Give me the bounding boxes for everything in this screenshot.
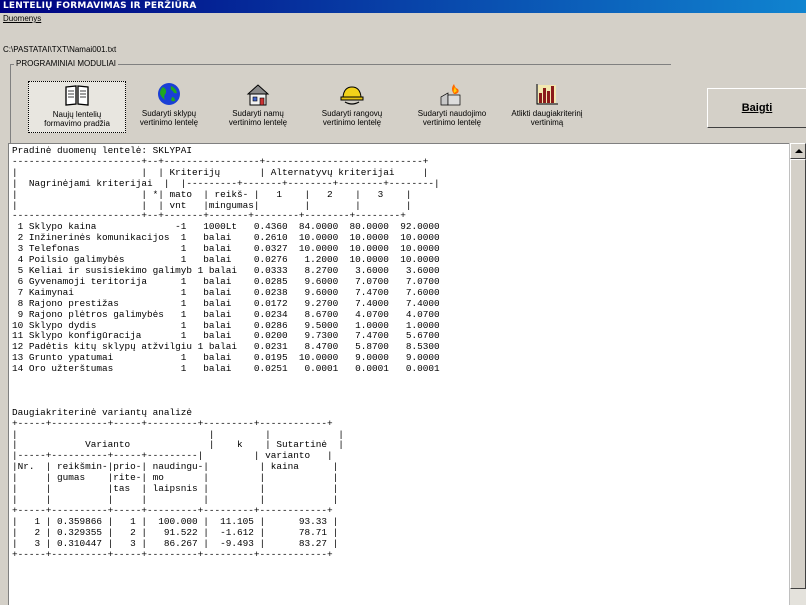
- plots-table-button[interactable]: Sudaryti sklypų vertinimo lentelę: [128, 81, 210, 131]
- multicriteria-button[interactable]: Atlikti daugiakriterinį vertinimą: [500, 81, 594, 131]
- contractors-table-button[interactable]: Sudaryti rangovų vertinimo lentelę: [312, 81, 392, 131]
- file-path: C:\PASTATAI\TXT\Namai001.txt: [3, 45, 117, 54]
- menu-duomenys[interactable]: Duomenys: [3, 14, 41, 23]
- hardhat-icon: [340, 86, 364, 105]
- multicriteria-label-1: Atlikti daugiakriterinį: [511, 109, 583, 118]
- menu-bar: Duomenys: [0, 13, 806, 27]
- usage-table-button[interactable]: Sudaryti naudojimo vertinimo lentelę: [410, 81, 494, 131]
- house-icon: [246, 84, 270, 106]
- usage-table-label-2: vertinimo lentelę: [422, 118, 482, 127]
- contractors-table-label-1: Sudaryti rangovų: [321, 109, 383, 118]
- report-text: Pradinė duomenų lentelė: SKLYPAI -------…: [12, 145, 440, 560]
- report-panel[interactable]: Pradinė duomenų lentelė: SKLYPAI -------…: [8, 143, 789, 605]
- exit-button[interactable]: Baigti: [707, 88, 806, 128]
- title-bar: LENTELIŲ FORMAVIMAS IR PERŽIŪRA: [0, 0, 806, 13]
- usage-table-label-1: Sudaryti naudojimo: [417, 109, 487, 118]
- new-tables-label-1: Naujų lentelių: [52, 110, 102, 119]
- plots-table-label-2: vertinimo lentelę: [139, 118, 199, 127]
- scroll-thumb[interactable]: [790, 159, 806, 589]
- houses-table-button[interactable]: Sudaryti namų vertinimo lentelę: [222, 81, 294, 131]
- window-title: LENTELIŲ FORMAVIMAS IR PERŽIŪRA: [3, 1, 197, 11]
- book-icon: [65, 85, 89, 106]
- multicriteria-label-2: vertinimą: [530, 118, 564, 127]
- vertical-scrollbar[interactable]: [789, 143, 806, 605]
- plots-table-label-1: Sudaryti sklypų: [141, 109, 197, 118]
- bar-chart-icon: [536, 84, 558, 105]
- scroll-up-button[interactable]: [790, 143, 806, 159]
- houses-table-label-2: vertinimo lentelę: [228, 118, 288, 127]
- exit-button-label: Baigti: [741, 102, 773, 114]
- fire-house-icon: [440, 84, 461, 106]
- globe-icon: [158, 83, 180, 105]
- contractors-table-label-2: vertinimo lentelę: [322, 118, 382, 127]
- new-tables-button[interactable]: Naujų lentelių formavimo pradžia: [28, 81, 126, 133]
- new-tables-label-2: formavimo pradžia: [44, 119, 110, 128]
- houses-table-label-1: Sudaryti namų: [232, 109, 284, 118]
- modules-group-label: PROGRAMINIAI MODULIAI: [14, 59, 119, 68]
